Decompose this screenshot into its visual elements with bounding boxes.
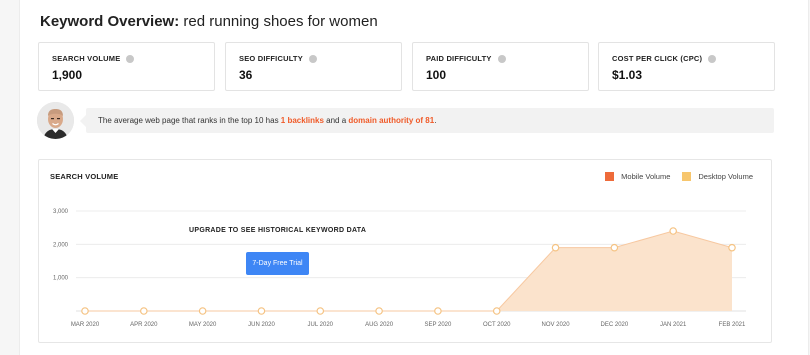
x-tick-label: JUN 2020 (248, 322, 275, 328)
data-point (492, 307, 501, 315)
data-point (375, 307, 383, 315)
data-point (434, 307, 442, 315)
x-tick-label: OCT 2020 (483, 322, 511, 328)
search-volume-chart: 3,000 2,000 1,000 MAR 2020 APR 2020 MAY 2020 J… (53, 209, 746, 328)
x-tick-label: APR 2020 (130, 322, 158, 328)
x-tick-label: JUL 2020 (308, 322, 334, 328)
data-point (551, 243, 560, 252)
data-point (669, 227, 677, 235)
data-point (316, 307, 325, 315)
keyword-overview-panel: Keyword Overview: red running shoes for … (19, 0, 809, 355)
x-tick-label: MAR 2020 (71, 322, 100, 328)
x-tick-label: JAN 2021 (660, 322, 687, 328)
x-tick-label: SEP 2020 (424, 322, 452, 328)
x-tick-label: FEB 2021 (719, 322, 746, 328)
y-tick-label: 2,000 (53, 242, 69, 248)
x-tick-label: NOV 2020 (542, 322, 571, 328)
x-tick-label: DEC 2020 (601, 322, 629, 328)
y-tick-label: 3,000 (53, 209, 69, 215)
data-point (198, 307, 207, 315)
x-tick-label: AUG 2020 (365, 322, 394, 328)
data-point (140, 307, 148, 315)
x-tick-label: MAY 2020 (189, 322, 217, 328)
data-point (257, 307, 266, 315)
data-point (81, 307, 89, 315)
data-point (610, 243, 619, 252)
upgrade-message: UPGRADE TO SEE HISTORICAL KEYWORD DATA (189, 227, 367, 234)
y-tick-label: 1,000 (53, 276, 69, 282)
desktop-volume-area (85, 231, 732, 311)
data-point (728, 243, 736, 252)
free-trial-button[interactable]: 7-Day Free Trial (246, 252, 309, 275)
